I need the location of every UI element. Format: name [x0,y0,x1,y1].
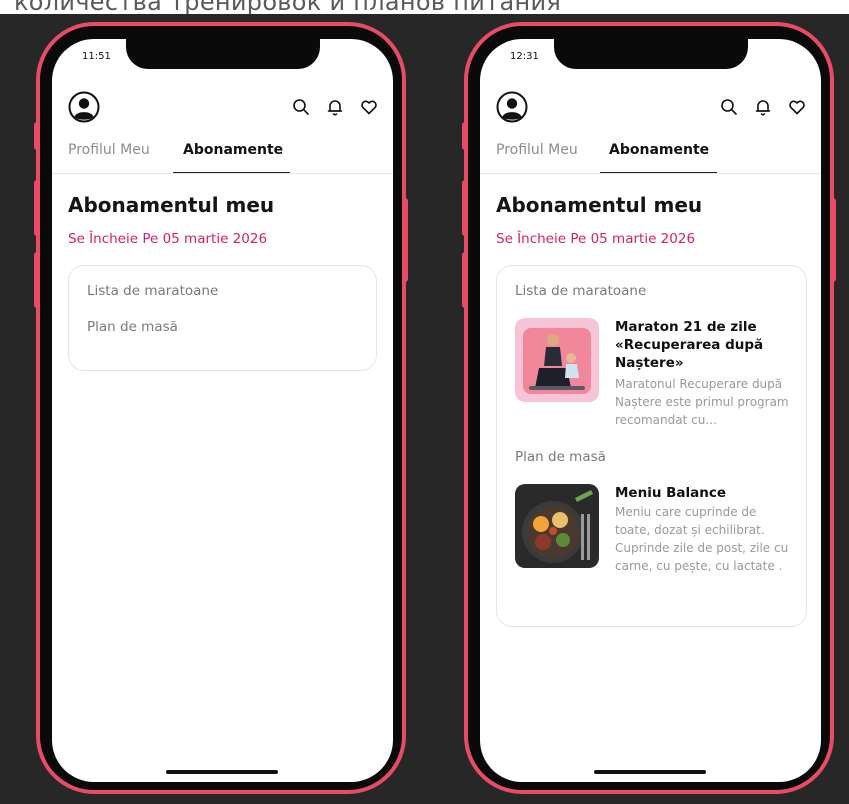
tab-profile[interactable]: Profilul Meu [68,139,150,161]
bell-icon[interactable] [753,97,773,117]
phone-mockup-left: 11:51 Profilul Meu Abonamente Abonamentu… [34,22,408,794]
marathons-section-label: Lista de maratoane [515,283,647,299]
notch [554,39,748,69]
tab-subscriptions[interactable]: Abonamente [609,139,709,161]
active-tab-indicator [173,172,290,173]
status-time: 11:51 [82,51,111,62]
side-button [34,180,40,236]
meal-title[interactable]: Meniu Balance [615,484,791,502]
marathon-thumbnail[interactable] [515,318,599,402]
background-caption: количества тренировок и планов питания [14,0,562,14]
subscription-card: Lista de maratoane Plan de masă [68,265,377,371]
search-icon[interactable] [291,97,311,117]
side-button [462,122,468,150]
phone-screen: 12:31 Profilul Meu Abonamente Abonamentu… [480,39,821,782]
home-indicator [594,770,706,774]
profile-tabs: Profilul Meu Abonamente [52,139,393,174]
marathon-description: Maratonul Recuperare după Naștere este p… [615,377,789,427]
power-button [402,198,408,282]
status-time: 12:31 [510,51,539,62]
notch [126,39,320,69]
marathon-title[interactable]: Maraton 21 de zile «Recuperarea după Naș… [615,318,791,372]
side-button [34,122,40,150]
phone-mockup-right: 12:31 Profilul Meu Abonamente Abonamentu… [462,22,836,794]
marathons-section-label: Lista de maratoane [87,283,219,299]
side-button [462,180,468,236]
meal-plan-section-label: Plan de masă [87,319,178,335]
side-button [462,252,468,308]
subscription-end-date: Se Încheie Pe 05 martie 2026 [68,231,268,247]
page-title: Abonamentul meu [68,193,275,217]
profile-tabs: Profilul Meu Abonamente [480,139,821,174]
profile-avatar-icon[interactable] [68,91,100,123]
home-indicator [166,770,278,774]
subscription-card: Lista de maratoane Maraton 21 de zile «R… [496,265,807,627]
page-title: Abonamentul meu [496,193,703,217]
profile-avatar-icon[interactable] [496,91,528,123]
phone-screen: 11:51 Profilul Meu Abonamente Abonamentu… [52,39,393,782]
active-tab-indicator [600,172,717,173]
tab-profile[interactable]: Profilul Meu [496,139,578,161]
tab-subscriptions[interactable]: Abonamente [183,139,283,161]
side-button [34,252,40,308]
heart-icon[interactable] [359,97,379,117]
background-caption-strip: количества тренировок и планов питания [0,0,849,14]
meal-plan-section-label: Plan de masă [515,449,606,465]
heart-icon[interactable] [787,97,807,117]
bell-icon[interactable] [325,97,345,117]
meal-description: Meniu care cuprinde de toate, dozat și e… [615,505,789,573]
subscription-end-date: Se Încheie Pe 05 martie 2026 [496,231,696,247]
meal-thumbnail[interactable] [515,484,599,568]
power-button [830,198,836,282]
search-icon[interactable] [719,97,739,117]
